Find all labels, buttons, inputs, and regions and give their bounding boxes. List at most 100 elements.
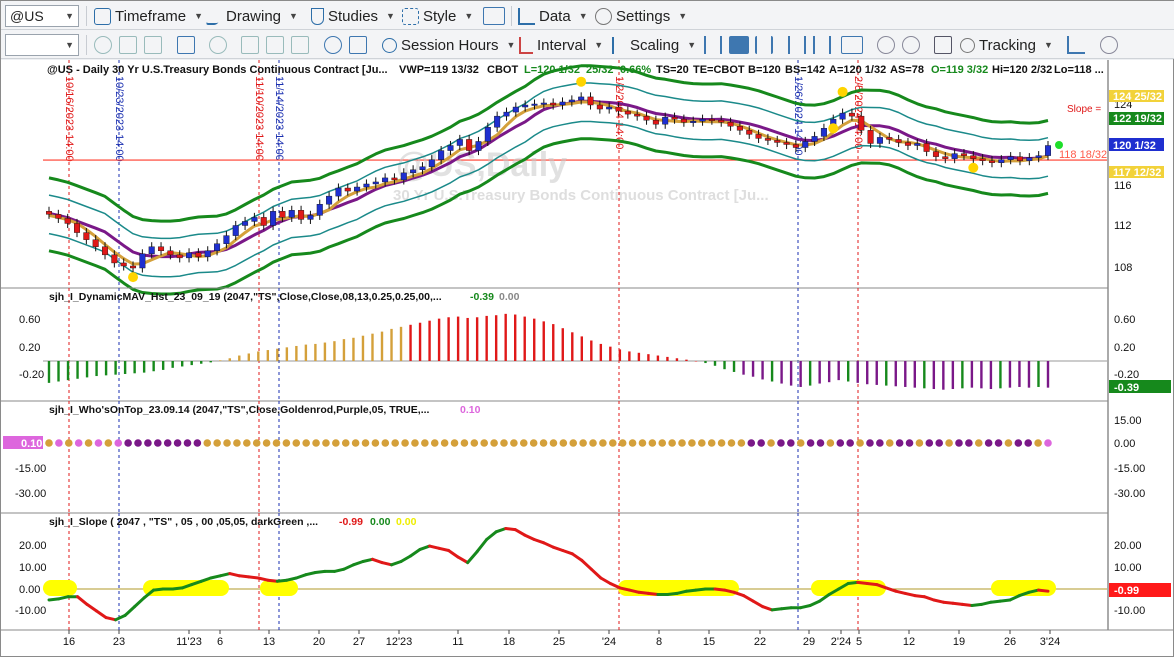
state-dot [45, 439, 53, 447]
candle-body [736, 126, 743, 131]
layout-icon[interactable] [841, 36, 863, 54]
swing-dot [968, 162, 979, 173]
state-dot [154, 439, 162, 447]
data-button[interactable]: Data ▼ [518, 5, 588, 27]
layout-icon[interactable] [483, 7, 505, 25]
axis-tick: 0.00 [19, 584, 40, 596]
candle-body [699, 118, 706, 122]
bar-chart-icon[interactable] [704, 36, 722, 54]
grid-icon[interactable] [119, 36, 137, 54]
workspace-select[interactable]: ▼ [5, 34, 79, 56]
histogram-bar [171, 361, 174, 368]
symbol-input[interactable]: @US ▼ [5, 5, 79, 27]
price-badge-text: 117 12/32 [1113, 167, 1161, 179]
tracking-button[interactable]: Tracking ▼ [960, 34, 1053, 56]
scaling-button[interactable]: Scaling ▼ [612, 34, 696, 56]
state-dot [698, 439, 706, 447]
candle-body [942, 156, 949, 159]
candle-body [531, 103, 538, 106]
slope-segment [1036, 588, 1050, 593]
candle-body [1035, 155, 1042, 158]
gear-icon[interactable] [324, 36, 342, 54]
price-badge-text: 122 19/32 [1113, 113, 1162, 125]
histogram-bar [1037, 361, 1040, 387]
histogram-bar [675, 358, 679, 361]
candle-body [139, 253, 146, 269]
style-button[interactable]: Style ▼ [402, 5, 473, 27]
candle-body [1007, 156, 1014, 160]
time-marker-label: 10/16/2023 14:00 [63, 76, 75, 162]
date-tick-label: 16 [63, 636, 75, 648]
hollow-candle-icon[interactable] [755, 36, 773, 54]
state-dot [243, 439, 251, 447]
axis-tick: -0.20 [19, 369, 44, 381]
candle-body [671, 116, 678, 120]
refresh-icon[interactable] [94, 36, 112, 54]
state-dot [965, 439, 973, 447]
candle-body [820, 128, 827, 137]
interval-button[interactable]: Interval ▼ [519, 34, 603, 56]
data-window-icon[interactable] [934, 36, 952, 54]
date-tick-label: 5 [856, 636, 862, 648]
histogram-bar [333, 341, 336, 361]
drawing-button[interactable]: Drawing ▼ [205, 5, 298, 27]
candle-body [568, 99, 575, 103]
timeframe-label: Timeframe [115, 7, 187, 25]
change-value: 25/32 [586, 64, 614, 76]
overlay-icon[interactable] [241, 36, 259, 54]
search-chart-icon[interactable] [177, 36, 195, 54]
state-dot [332, 439, 340, 447]
state-dot [955, 439, 963, 447]
histogram-bar [770, 361, 774, 382]
histogram-bar [799, 361, 802, 387]
chart-canvas[interactable]: 10/16/2023 14:00 10/23/2023 14:00 11/10/20… [1, 60, 1173, 656]
state-dot [608, 439, 617, 447]
speedometer-icon[interactable] [1100, 36, 1118, 54]
date-tick-label: 26 [1004, 636, 1016, 648]
ohlc-icon[interactable] [788, 36, 806, 54]
properties-icon[interactable] [349, 36, 367, 54]
session-hours-button[interactable]: Session Hours ▼ [382, 34, 515, 56]
histogram-bar [894, 361, 897, 387]
settings-button[interactable]: Settings ▼ [595, 5, 687, 27]
histogram-bar [447, 317, 450, 361]
state-dot [1034, 439, 1042, 447]
state-dot [262, 439, 271, 447]
candle-body [102, 246, 109, 256]
candle-body [298, 210, 305, 220]
candle-body [176, 254, 183, 259]
candlestick-icon[interactable] [729, 36, 749, 54]
zoom-out-icon[interactable] [902, 36, 920, 54]
crosshair-icon[interactable] [291, 36, 309, 54]
table-icon[interactable] [144, 36, 162, 54]
ask-size: AS=78 [890, 64, 924, 76]
candle-body [764, 138, 771, 141]
candle-body [848, 112, 855, 117]
indicator-label: sjh_I_Who'sOnTop_23.09.14 (2047,"TS",Clo… [49, 404, 430, 416]
state-dot [727, 439, 736, 447]
high-value: Hi=120 2/32 [992, 64, 1052, 76]
last-value: L=120 1/32 [524, 64, 580, 76]
state-dot [1004, 439, 1013, 447]
trend-icon[interactable] [1067, 36, 1085, 54]
studies-button[interactable]: Studies ▼ [311, 5, 395, 27]
candle-body [167, 250, 174, 256]
date-tick-label: 13 [263, 636, 275, 648]
state-dot [668, 439, 676, 447]
state-dot [84, 439, 93, 447]
histogram-bar [533, 318, 536, 361]
hlc-icon[interactable] [813, 36, 831, 54]
compare-icon[interactable] [266, 36, 284, 54]
state-dot [737, 439, 746, 447]
histogram-bar [961, 361, 964, 389]
candle-body [578, 96, 585, 101]
indicator-value: -0.99 [339, 516, 363, 528]
state-dot [994, 439, 1003, 447]
cursor-icon[interactable] [209, 36, 227, 54]
interval-label: Interval [537, 36, 587, 54]
state-dot [628, 439, 637, 447]
zoom-in-icon[interactable] [877, 36, 895, 54]
timeframe-button[interactable]: Timeframe ▼ [94, 5, 203, 27]
candle-body [279, 211, 286, 218]
histogram-bar [380, 331, 384, 361]
